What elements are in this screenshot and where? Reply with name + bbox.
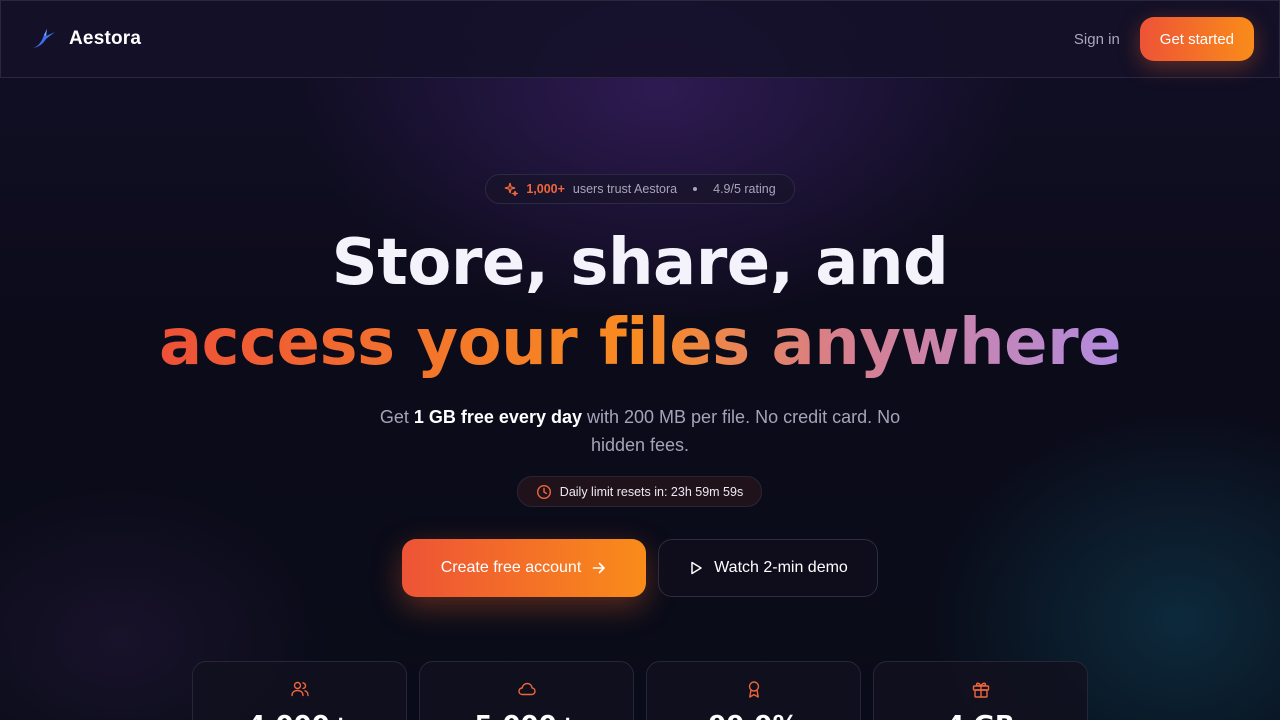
award-icon (744, 679, 764, 699)
brand[interactable]: Aestora (31, 26, 141, 52)
brand-name: Aestora (69, 28, 142, 49)
subtext-highlight: 1 GB free every day (413, 407, 582, 427)
timer-text: Daily limit resets in: 23h 59m 59s (559, 484, 744, 499)
trust-badge: 1,000+ users trust Aestora 4.9/5 rating (485, 174, 795, 204)
cta-row: Create free account Watch 2-min demo (402, 539, 878, 597)
stat-card-uptime: 99.9% (646, 661, 861, 720)
create-account-button[interactable]: Create free account (402, 539, 646, 597)
stat-card-users: 4,000+ (192, 661, 407, 720)
hero-subtext: Get 1 GB free every day with 200 MB per … (360, 403, 920, 459)
stat-value: 4,000+ (247, 711, 351, 720)
gift-icon (971, 679, 991, 699)
top-navbar: Aestora Sign in Get started (0, 0, 1280, 78)
stat-card-files: 5,000+ (419, 661, 634, 720)
daily-limit-timer: Daily limit resets in: 23h 59m 59s (517, 476, 762, 507)
rating-text: 4.9/5 rating (713, 182, 776, 196)
trust-text: users trust Aestora (572, 182, 678, 196)
create-account-label: Create free account (440, 559, 582, 576)
sign-in-link[interactable]: Sign in (1074, 31, 1120, 48)
stat-value: 5,000+ (474, 711, 578, 720)
headline-gradient-text: access your files anywhere (158, 306, 1122, 380)
hero-section: 1,000+ users trust Aestora 4.9/5 rating … (0, 78, 1280, 720)
trust-count: 1,000+ (526, 182, 565, 196)
clock-icon (536, 484, 552, 500)
arrow-right-icon (591, 560, 607, 576)
play-icon (688, 560, 704, 576)
bird-icon (31, 26, 57, 52)
stats-row: 4,000+ 5,000+ 99.9% (192, 661, 1088, 720)
nav-actions: Sign in Get started (1074, 17, 1254, 61)
subtext-prefix: Get (379, 407, 409, 427)
stat-card-storage: 4 GB (873, 661, 1088, 720)
headline-line-1: Store, share, and (331, 226, 949, 300)
stat-value: 99.9% (708, 711, 798, 720)
separator-dot (693, 187, 698, 191)
headline-line-2: access your files anywhere (0, 306, 1280, 380)
get-started-button[interactable]: Get started (1139, 17, 1254, 61)
watch-demo-label: Watch 2-min demo (714, 559, 848, 576)
sparkle-icon (504, 182, 519, 196)
users-icon (290, 679, 310, 699)
stat-value: 4 GB (946, 711, 1014, 720)
watch-demo-button[interactable]: Watch 2-min demo (658, 539, 878, 597)
cloud-icon (517, 679, 537, 699)
subtext-suffix: with 200 MB per file. No credit card. No… (587, 407, 901, 455)
